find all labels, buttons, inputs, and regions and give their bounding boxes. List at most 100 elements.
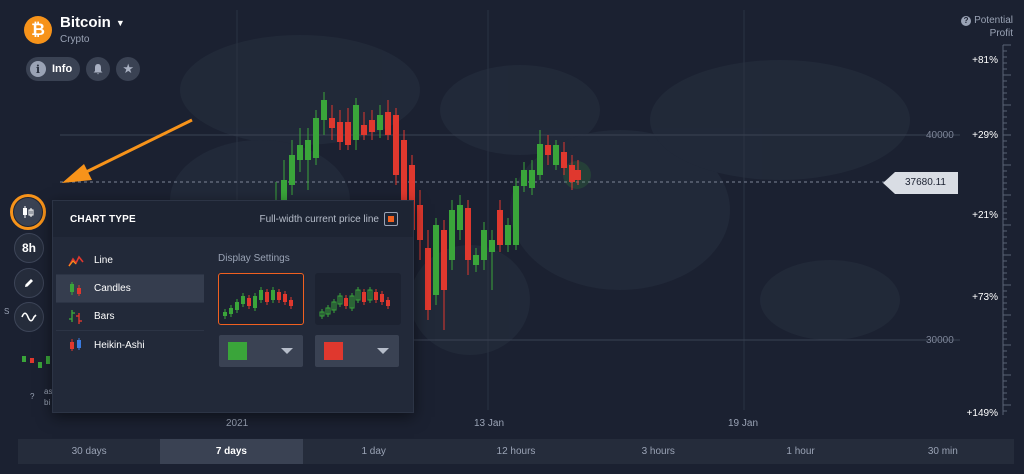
preview-candle xyxy=(229,305,233,317)
down-color-swatch xyxy=(324,342,343,360)
preview-candle xyxy=(259,287,263,303)
info-icon: i xyxy=(30,61,46,77)
chart-type-bars[interactable]: Bars xyxy=(56,303,204,331)
price-level-label: 30000 xyxy=(926,335,954,346)
profit-label-line2: Profit xyxy=(989,28,1013,39)
timeframe-1-day[interactable]: 1 day xyxy=(303,439,445,464)
preview-candle xyxy=(362,289,366,305)
chart-type-label: Heikin-Ashi xyxy=(94,339,145,351)
candle xyxy=(457,195,463,240)
preview-candle xyxy=(331,299,337,313)
partial-label: bi xyxy=(44,398,51,407)
candles-icon xyxy=(23,206,34,218)
asset-category: Crypto xyxy=(60,34,90,45)
timeframe-3-hours[interactable]: 3 hours xyxy=(587,439,729,464)
chart-type-list: Line Candles Bars Heikin-Ashi xyxy=(56,247,204,359)
candle xyxy=(353,98,359,150)
chart-type-heikin-ashi[interactable]: Heikin-Ashi xyxy=(56,331,204,359)
date-label: 2021 xyxy=(226,418,249,429)
bars-icon xyxy=(69,309,82,324)
info-button[interactable]: i Info xyxy=(26,57,81,81)
candle xyxy=(417,190,423,260)
preview-candle xyxy=(241,293,245,307)
drawing-tools-button[interactable] xyxy=(14,268,44,298)
candle xyxy=(313,110,319,165)
timeframe-12-hours[interactable]: 12 hours xyxy=(445,439,587,464)
chevron-down-icon xyxy=(281,348,293,354)
candle xyxy=(449,200,455,270)
favorite-button[interactable]: ★ xyxy=(116,57,141,81)
info-label: Info xyxy=(52,63,73,75)
full-width-label: Full-width current price line xyxy=(259,214,380,225)
down-color-picker[interactable] xyxy=(315,335,399,367)
candle xyxy=(425,230,431,320)
bitcoin-logo-icon: ₿ xyxy=(24,15,52,44)
preview-candle xyxy=(319,309,325,319)
preview-candle xyxy=(253,293,257,311)
asset-name: Bitcoin xyxy=(60,14,111,31)
timeframe-30-min[interactable]: 30 min xyxy=(872,439,1014,464)
preview-candle xyxy=(344,295,348,309)
checkbox-mark xyxy=(388,216,394,222)
preview-candle xyxy=(277,289,281,303)
chart-type-label: Line xyxy=(94,255,113,266)
candles-icon xyxy=(70,281,81,296)
chart-type-label: Candles xyxy=(94,283,131,294)
asset-selector[interactable]: ₿ Bitcoin ▼ Crypto xyxy=(24,14,125,45)
heikin-ashi-icon xyxy=(70,338,81,351)
date-label: 13 Jan xyxy=(474,418,505,429)
bell-icon xyxy=(93,64,103,75)
chart-type-button[interactable] xyxy=(10,194,46,230)
chart-type-line[interactable]: Line xyxy=(56,247,204,275)
chevron-down-icon: ▼ xyxy=(115,17,125,28)
up-color-picker[interactable] xyxy=(219,335,303,367)
question-icon: ? xyxy=(961,16,972,26)
preview-candle xyxy=(380,291,384,305)
preview-candle xyxy=(355,287,361,303)
current-price: 37680.11 xyxy=(905,177,946,188)
price-level-label: 40000 xyxy=(926,130,954,141)
wave-icon xyxy=(21,312,37,322)
partial-label: S xyxy=(4,307,10,316)
preview-candle xyxy=(349,293,355,311)
preview-candle xyxy=(325,305,331,317)
candle-style-filled-option[interactable] xyxy=(218,273,304,325)
preview-candle xyxy=(247,295,251,309)
timeframe-1-hour[interactable]: 1 hour xyxy=(729,439,871,464)
profit-percent: +29% xyxy=(972,130,998,141)
potential-profit-header: ? Potential Profit xyxy=(961,14,1013,40)
line-chart-icon xyxy=(68,255,84,266)
pencil-icon xyxy=(25,279,33,287)
panel-title: CHART TYPE xyxy=(70,214,136,225)
chart-type-panel: CHART TYPE Full-width current price line… xyxy=(52,200,414,413)
display-settings-label: Display Settings xyxy=(218,253,290,264)
candle-style-preview xyxy=(223,287,293,319)
star-icon: ★ xyxy=(122,61,134,76)
profit-percent: +81% xyxy=(972,55,998,66)
preview-candle xyxy=(386,297,390,309)
candle xyxy=(393,108,399,185)
profit-percent: +73% xyxy=(972,292,998,303)
candle xyxy=(433,218,439,305)
preview-candle xyxy=(235,299,239,313)
preview-candle xyxy=(289,297,293,309)
preview-candle xyxy=(283,291,287,305)
preview-candle xyxy=(265,289,269,305)
chart-type-candles[interactable]: Candles xyxy=(56,275,204,303)
timeframe-bar: 30 days 7 days 1 day 12 hours 3 hours 1 … xyxy=(18,439,1014,464)
profit-percent: +149% xyxy=(966,408,998,419)
preview-candle xyxy=(337,293,343,307)
candle xyxy=(505,218,511,252)
preview-candle xyxy=(271,287,275,303)
timeframe-30-days[interactable]: 30 days xyxy=(18,439,160,464)
candle-style-preview xyxy=(319,287,390,319)
timeframe-button[interactable]: 8h xyxy=(14,233,44,263)
full-width-checkbox[interactable] xyxy=(384,212,398,226)
candle-style-hollow-option[interactable] xyxy=(315,273,401,325)
indicators-button[interactable] xyxy=(14,302,44,332)
current-price-tag: 37680.11 xyxy=(883,172,958,194)
timeframe-7-days[interactable]: 7 days xyxy=(160,439,303,464)
bell-button[interactable] xyxy=(86,57,111,81)
chevron-down-icon xyxy=(377,348,389,354)
preview-candle xyxy=(223,309,227,319)
